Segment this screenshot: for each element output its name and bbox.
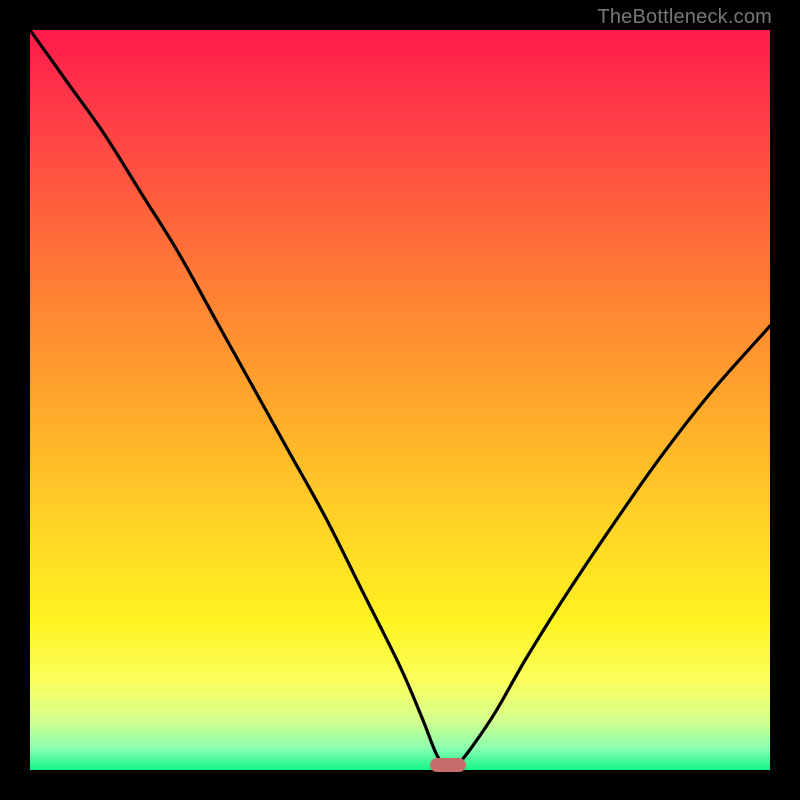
chart-svg [30, 30, 770, 770]
plot-area [30, 30, 770, 770]
chart-frame: TheBottleneck.com [0, 0, 800, 800]
curve-line [30, 30, 770, 767]
min-marker [430, 758, 466, 772]
watermark-text: TheBottleneck.com [597, 6, 772, 29]
